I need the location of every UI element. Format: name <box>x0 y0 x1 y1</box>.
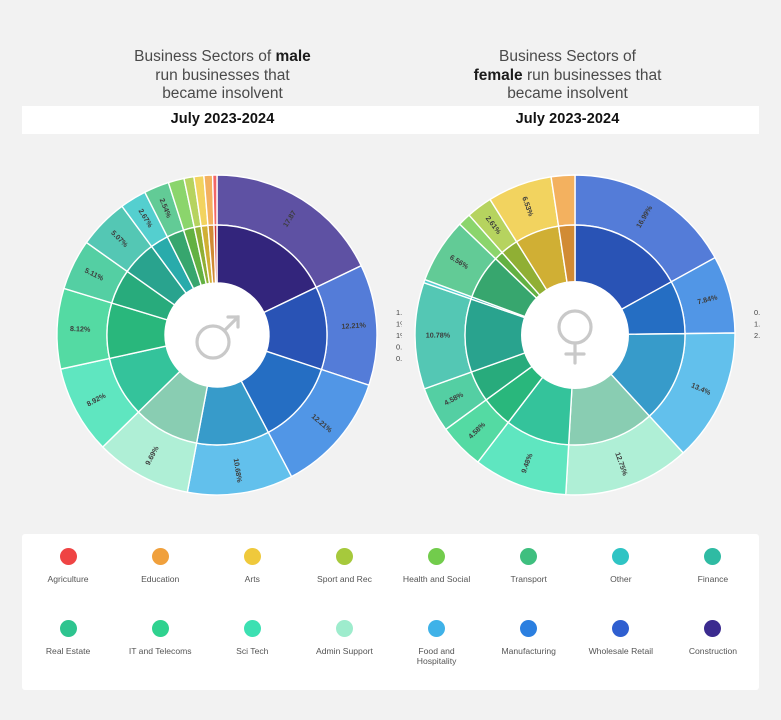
legend-swatch-icon <box>243 620 261 637</box>
legend-label: IT and Telecoms <box>128 646 192 656</box>
male-center-hub <box>165 283 269 387</box>
legend-item[interactable]: Admin Support <box>298 620 390 678</box>
legend-item[interactable]: Wholesale Retail <box>575 620 667 678</box>
legend-item[interactable]: Finance <box>667 548 759 606</box>
female-center-hub <box>521 281 629 389</box>
title-female-pre: Business Sectors of <box>499 48 636 65</box>
donut-svg-male: 17.8712.21%12.21%10.68%9.69%8.92%8.12%5.… <box>56 174 402 496</box>
pie-slice-label: 10.78% <box>426 331 451 340</box>
legend-item[interactable]: Arts <box>206 548 298 606</box>
pie-slice-outer[interactable] <box>211 174 218 226</box>
legend-swatch-icon <box>335 620 353 637</box>
legend-label: Agriculture <box>47 574 89 584</box>
legend-item[interactable]: Food and Hospitality <box>391 620 483 678</box>
legend-label: Food and Hospitality <box>416 646 457 666</box>
period-bar: July 2023-2024 July 2023-2024 <box>22 106 759 134</box>
pie-outside-label: 1.3% <box>754 320 760 329</box>
legend-swatch-icon <box>612 620 630 637</box>
legend-label: Real Estate <box>45 646 91 656</box>
legend-label: Transport <box>510 574 547 584</box>
legend-label: Other <box>610 574 632 584</box>
legend-panel: Agriculture Education Arts Sport and Rec Hea… <box>22 534 759 690</box>
chart-title-female: Business Sectors of female run businesse… <box>400 48 735 104</box>
legend-item[interactable]: Manufacturing <box>483 620 575 678</box>
legend-swatch-icon <box>151 548 169 565</box>
legend-label: Wholesale Retail <box>588 646 654 656</box>
title-female-post: run businesses that <box>522 66 662 84</box>
legend-swatch-icon <box>151 620 169 637</box>
legend-label: Construction <box>688 646 738 656</box>
legend-swatch-icon <box>520 548 538 565</box>
legend-label: Education <box>141 574 180 584</box>
title-male-bold: male <box>275 48 311 65</box>
legend-swatch-icon <box>704 548 722 565</box>
pie-outside-label: 2.39% <box>754 331 760 340</box>
legend-item[interactable]: Other <box>575 548 667 606</box>
legend-swatch-icon <box>520 620 538 637</box>
legend-label: Finance <box>697 574 729 584</box>
legend-swatch-icon <box>59 620 77 637</box>
chart-title-male: Business Sectors of male run businesses … <box>55 48 390 104</box>
legend-swatch-icon <box>428 548 446 565</box>
legend-label: Sci Tech <box>236 646 269 656</box>
donut-chart-male: 17.87 12.21% 12.21% 10.68% 9.69% 8.92% 8.12% 5.… <box>32 150 402 520</box>
pie-slice-label: 8.12% <box>70 324 91 334</box>
legend-swatch-icon <box>335 548 353 565</box>
legend-label: Sport and Rec <box>316 574 372 584</box>
donut-svg-female: 16.99%7.84%13.4%12.75%9.48%4.58%4.58%10.… <box>414 174 760 496</box>
legend-item[interactable]: Health and Social <box>391 548 483 606</box>
legend-swatch-icon <box>428 620 446 637</box>
legend-label: Health and Social <box>402 574 471 584</box>
legend-item[interactable]: Construction <box>667 620 759 678</box>
legend-item[interactable]: Transport <box>483 548 575 606</box>
pie-slice-label: 12.21% <box>341 320 367 331</box>
donut-chart-female: 16.99% 7.84% 13.4% 12.75% 9.48% 4.58% 4.58% 10.… <box>390 150 760 520</box>
legend-item[interactable]: Sport and Rec <box>298 548 390 606</box>
title-male-pre: Business Sectors of <box>134 48 276 65</box>
title-male-line2: run businesses that <box>155 66 290 84</box>
legend-item[interactable]: Sci Tech <box>206 620 298 678</box>
legend-swatch-icon <box>59 548 77 565</box>
legend-item[interactable]: IT and Telecoms <box>114 620 206 678</box>
legend-swatch-icon <box>704 620 722 637</box>
period-label-female: July 2023-2024 <box>515 111 620 127</box>
period-label-male: July 2023-2024 <box>170 111 275 127</box>
legend-grid: Agriculture Education Arts Sport and Rec Hea… <box>22 548 759 678</box>
legend-item[interactable]: Real Estate <box>22 620 114 678</box>
title-male-line3: became insolvent <box>162 85 283 102</box>
legend-swatch-icon <box>243 548 261 565</box>
title-female-line3: became insolvent <box>507 85 628 102</box>
pie-outside-label: 0.33% <box>754 308 760 317</box>
legend-label: Arts <box>244 574 260 584</box>
infographic-root: Business Sectors of male run businesses … <box>0 0 781 720</box>
legend-swatch-icon <box>612 548 630 565</box>
legend-label: Admin Support <box>316 646 373 656</box>
title-female-bold: female <box>473 66 523 84</box>
female-outside-labels: 0.33% 1.3% 2.39% <box>754 308 760 340</box>
legend-label: Manufacturing <box>501 646 556 656</box>
legend-item[interactable]: Agriculture <box>22 548 114 606</box>
legend-item[interactable]: Education <box>114 548 206 606</box>
